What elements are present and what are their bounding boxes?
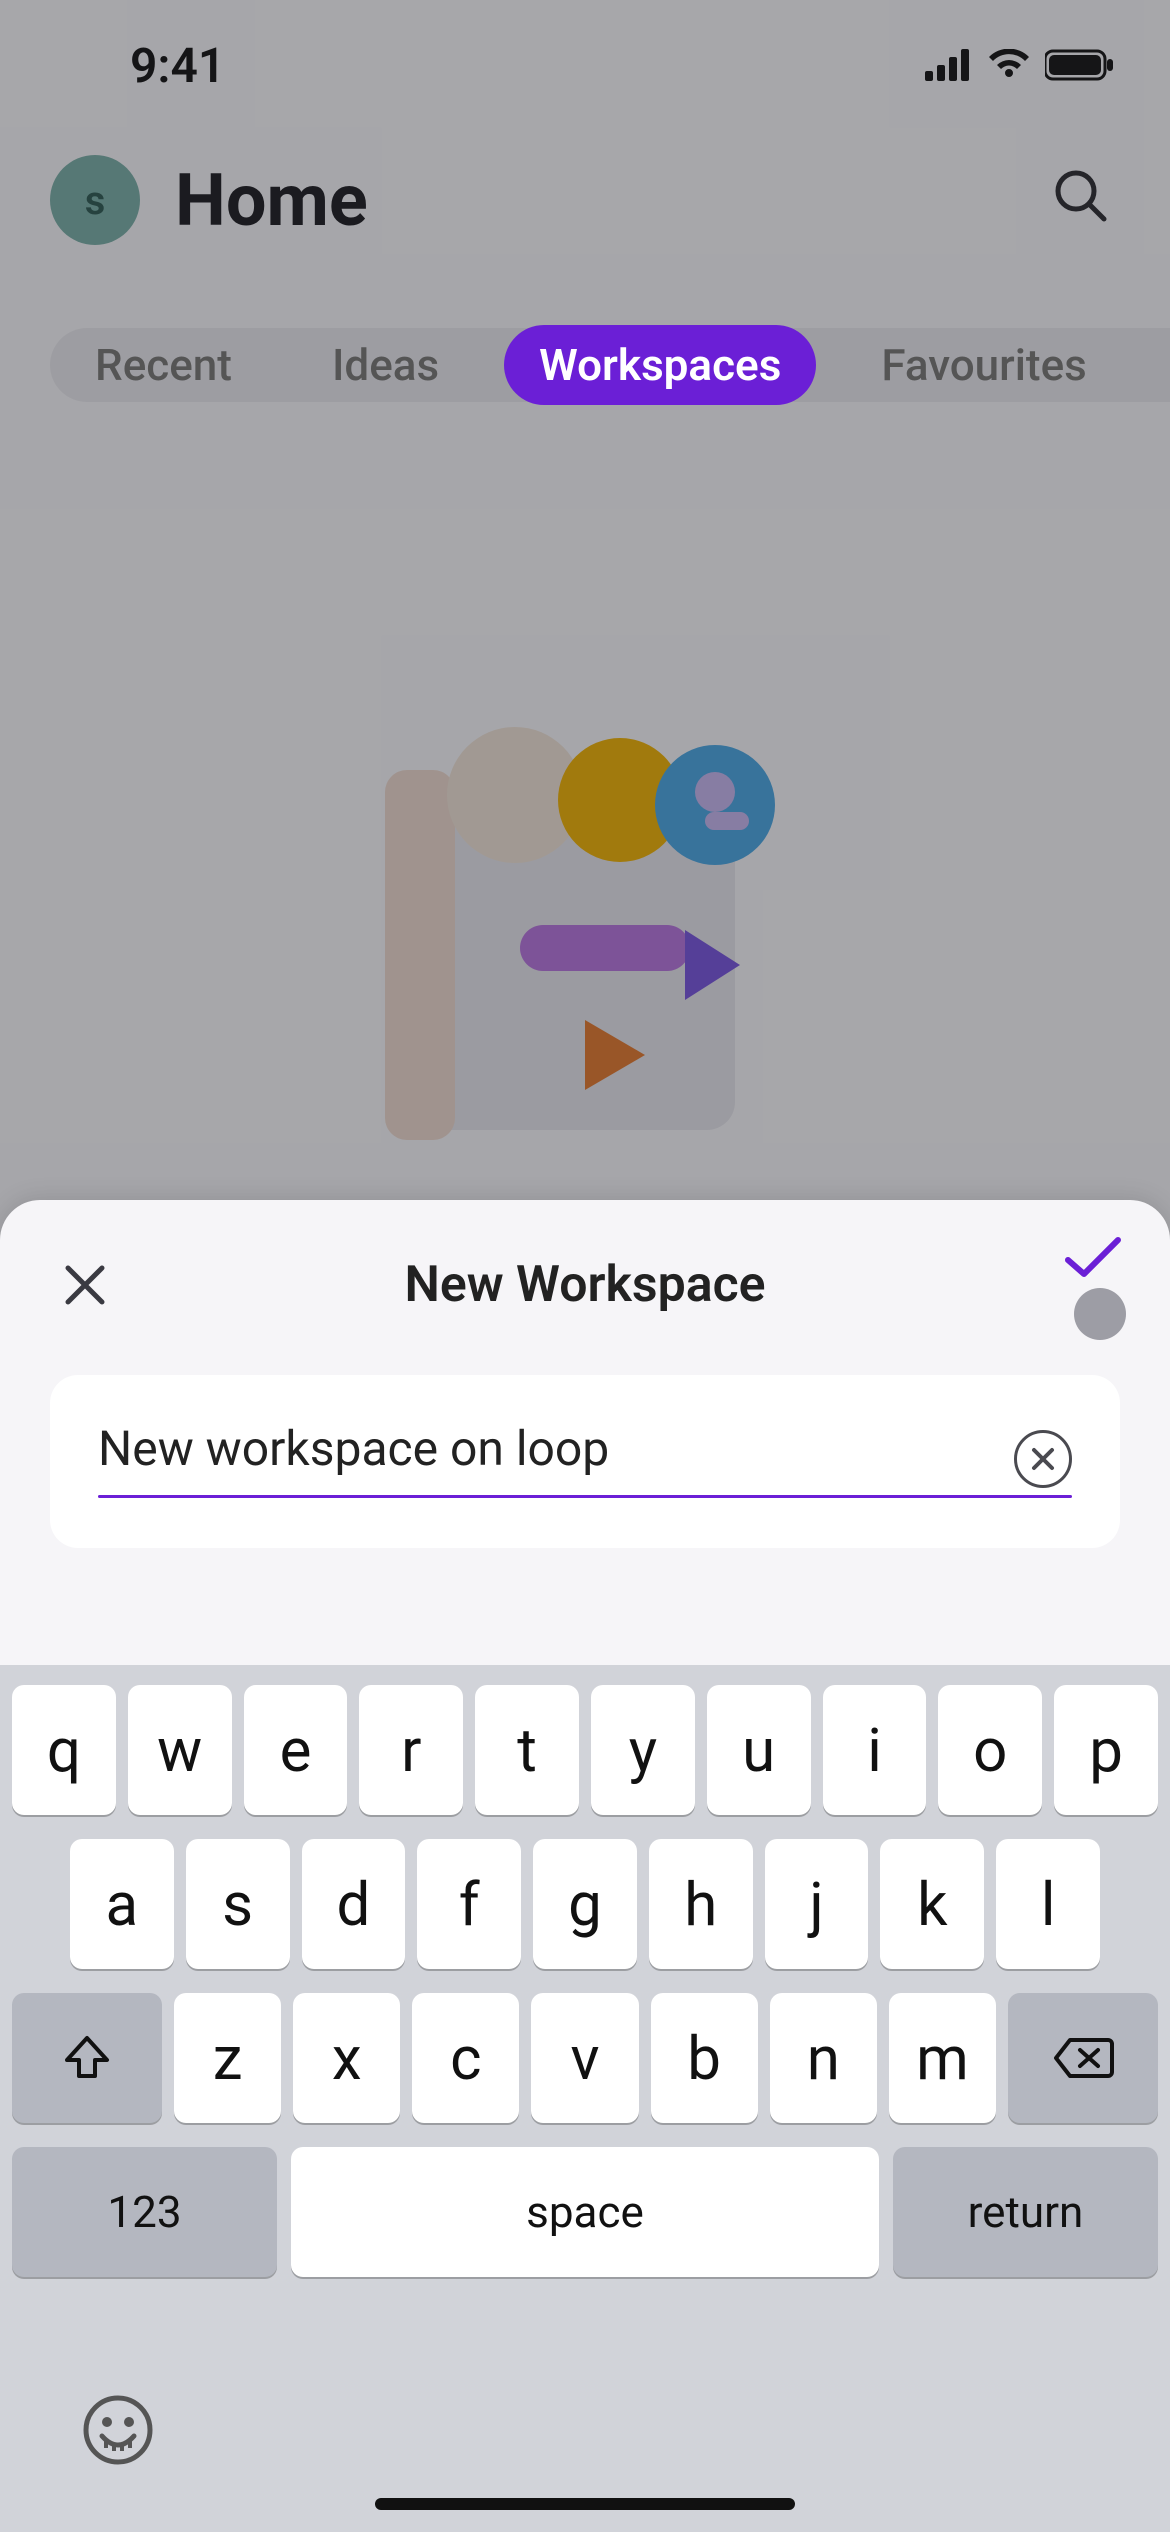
key-o[interactable]: o (938, 1685, 1042, 1815)
key-n[interactable]: n (770, 1993, 877, 2123)
key-h[interactable]: h (649, 1839, 753, 1969)
key-i[interactable]: i (823, 1685, 927, 1815)
confirm-button[interactable] (1050, 1240, 1120, 1330)
key-p[interactable]: p (1054, 1685, 1158, 1815)
new-workspace-sheet: New Workspace (0, 1200, 1170, 1702)
key-u[interactable]: u (707, 1685, 811, 1815)
workspace-name-card (50, 1375, 1120, 1548)
input-underline (98, 1495, 1072, 1498)
key-w[interactable]: w (128, 1685, 232, 1815)
key-g[interactable]: g (533, 1839, 637, 1969)
space-key[interactable]: space (291, 2147, 879, 2277)
backspace-key[interactable] (1008, 1993, 1158, 2123)
check-icon (1062, 1234, 1124, 1282)
return-key[interactable]: return (893, 2147, 1158, 2277)
key-x[interactable]: x (293, 1993, 400, 2123)
backspace-icon (1052, 2036, 1114, 2080)
workspace-name-input[interactable] (98, 1420, 989, 1497)
tabs-bar: Recent Ideas Workspaces Favourites (50, 320, 1170, 410)
tab-ideas[interactable]: Ideas (297, 325, 474, 405)
key-z[interactable]: z (174, 1993, 281, 2123)
key-v[interactable]: v (531, 1993, 638, 2123)
close-icon (60, 1260, 110, 1310)
key-b[interactable]: b (651, 1993, 758, 2123)
tab-recent[interactable]: Recent (60, 325, 267, 405)
key-k[interactable]: k (880, 1839, 984, 1969)
home-indicator[interactable] (375, 2498, 795, 2510)
workspace-name-row (98, 1420, 1072, 1497)
clear-icon (1029, 1445, 1057, 1473)
tab-workspaces[interactable]: Workspaces (504, 325, 816, 405)
key-s[interactable]: s (186, 1839, 290, 1969)
tab-favourites[interactable]: Favourites (846, 325, 1121, 405)
key-d[interactable]: d (302, 1839, 406, 1969)
keyboard-row-bottom: 123 space return (12, 2147, 1158, 2277)
emoji-icon (80, 2392, 156, 2468)
sheet-header: New Workspace (50, 1240, 1120, 1330)
emoji-button[interactable] (80, 2392, 160, 2472)
key-e[interactable]: e (244, 1685, 348, 1815)
keyboard-row-3: zxcvbnm (12, 1993, 1158, 2123)
numeric-key[interactable]: 123 (12, 2147, 277, 2277)
close-button[interactable] (50, 1250, 120, 1320)
shift-key[interactable] (12, 1993, 162, 2123)
key-m[interactable]: m (889, 1993, 996, 2123)
key-r[interactable]: r (359, 1685, 463, 1815)
keyboard-row-1: qwertyuiop (12, 1685, 1158, 1815)
shift-icon (61, 2032, 113, 2084)
key-l[interactable]: l (996, 1839, 1100, 1969)
confirm-dot (1074, 1288, 1126, 1340)
key-j[interactable]: j (765, 1839, 869, 1969)
key-a[interactable]: a (70, 1839, 174, 1969)
sheet-title: New Workspace (120, 1256, 1050, 1314)
key-t[interactable]: t (475, 1685, 579, 1815)
key-f[interactable]: f (417, 1839, 521, 1969)
keyboard-row-2: asdfghjkl (12, 1839, 1158, 1969)
key-q[interactable]: q (12, 1685, 116, 1815)
software-keyboard: qwertyuiop asdfghjkl zxcvbnm 123 space r… (0, 1665, 1170, 2532)
clear-input-button[interactable] (1014, 1430, 1072, 1488)
key-y[interactable]: y (591, 1685, 695, 1815)
key-c[interactable]: c (412, 1993, 519, 2123)
keyboard-footer (0, 2362, 1170, 2502)
